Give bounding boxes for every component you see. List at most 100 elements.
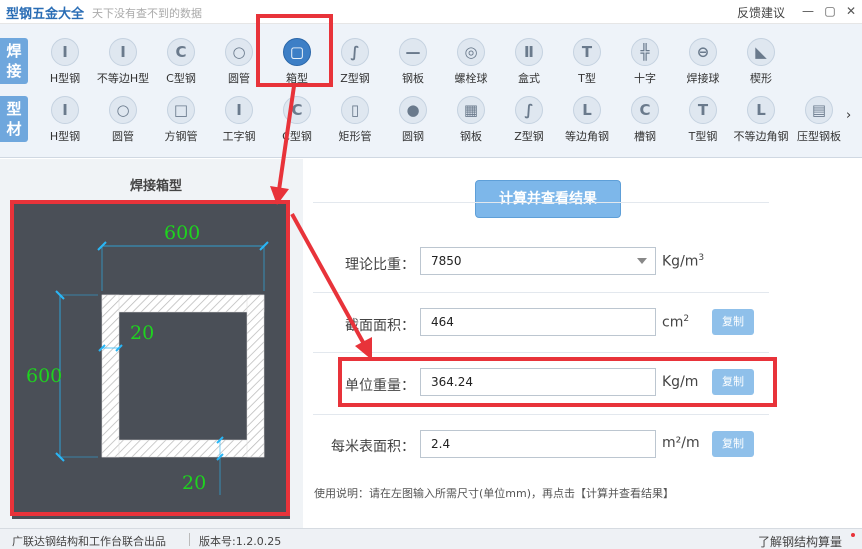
- shape-glyph: T: [697, 101, 709, 119]
- tool-label: 等边角钢: [565, 130, 609, 143]
- app-title: 型钢五金大全: [6, 7, 85, 22]
- tool-row2-12[interactable]: L 不等边角钢: [733, 96, 789, 150]
- tool-label: 盒式: [518, 72, 540, 85]
- tool-row1-11[interactable]: ⊖ 焊接球: [675, 38, 731, 92]
- tool-label: T型: [578, 72, 596, 85]
- tool-row2-11[interactable]: T T型钢: [675, 96, 731, 150]
- tool-row2-1[interactable]: ○ 圆管: [95, 96, 151, 150]
- app-subtitle: 天下没有查不到的数据: [92, 7, 202, 20]
- shape-glyph: C: [291, 101, 303, 119]
- feedback-link[interactable]: 反馈建议: [737, 4, 785, 21]
- credit-text: 广联达钢结构和工作台联合出品: [12, 535, 166, 548]
- shape-glyph: T: [581, 43, 593, 61]
- tool-row1-1[interactable]: I 不等边H型: [95, 38, 151, 92]
- tool-row2-10[interactable]: C 槽钢: [617, 96, 673, 150]
- shape-icon: ▤: [805, 96, 833, 124]
- shape-glyph: ╬: [640, 43, 650, 61]
- tool-row2-13[interactable]: ▤ 压型钢板: [791, 96, 847, 150]
- tool-row1-10[interactable]: ╬ 十字: [617, 38, 673, 92]
- shape-glyph: ◣: [755, 43, 767, 61]
- notification-dot: [851, 533, 855, 537]
- tool-label: 十字: [634, 72, 656, 85]
- tool-row2-2[interactable]: □ 方钢管: [153, 96, 209, 150]
- shape-glyph: ⊖: [696, 43, 710, 61]
- copy-surface-area-button[interactable]: 复制: [712, 431, 754, 457]
- shape-glyph: I: [62, 43, 68, 61]
- tool-row1-5[interactable]: ∫ Z型钢: [327, 38, 383, 92]
- shape-icon: ○: [225, 38, 253, 66]
- chevron-right-icon[interactable]: ›: [846, 108, 860, 123]
- title-bar: 型钢五金大全 天下没有查不到的数据 反馈建议 — ▢ ✕: [0, 0, 862, 24]
- area-label: 截面面积：: [345, 318, 415, 334]
- divider: [313, 352, 769, 353]
- shape-icon: ∫: [341, 38, 369, 66]
- copy-area-button[interactable]: 复制: [712, 309, 754, 335]
- restore-button[interactable]: ▢: [822, 3, 838, 19]
- shape-glyph: ◎: [464, 43, 478, 61]
- shape-icon: C: [167, 38, 195, 66]
- shape-glyph: —: [405, 43, 421, 61]
- tool-row1-2[interactable]: C C型钢: [153, 38, 209, 92]
- tool-row1-8[interactable]: Ⅱ 盒式: [501, 38, 557, 92]
- row-label-welded: 焊接: [0, 38, 28, 84]
- learn-more-link[interactable]: 了解钢结构算量: [758, 533, 842, 549]
- shape-icon: I: [51, 38, 79, 66]
- shape-icon: L: [573, 96, 601, 124]
- tool-row2-0[interactable]: I H型钢: [37, 96, 93, 150]
- form-panel: 计算并查看结果 理论比重： 7850 Kg/m3 截面面积： 464 cm2 复…: [303, 159, 862, 528]
- divider: [189, 533, 190, 546]
- tool-row2-4[interactable]: C C型钢: [269, 96, 325, 150]
- tool-row1-12[interactable]: ◣ 楔形: [733, 38, 789, 92]
- tool-row2-3[interactable]: I 工字钢: [211, 96, 267, 150]
- tool-label: C型钢: [166, 72, 196, 85]
- close-button[interactable]: ✕: [843, 3, 859, 19]
- tool-label: 焊接球: [686, 72, 720, 85]
- tool-label: 圆钢: [402, 130, 424, 143]
- shape-icon: —: [399, 38, 427, 66]
- tool-row1-7[interactable]: ◎ 螺栓球: [443, 38, 499, 92]
- area-field[interactable]: 464: [420, 308, 656, 336]
- tool-label: H型钢: [49, 72, 81, 85]
- surface-area-field[interactable]: 2.4: [420, 430, 656, 458]
- shape-icon: L: [747, 96, 775, 124]
- shape-glyph: ○: [232, 43, 246, 61]
- shape-icon: C: [631, 96, 659, 124]
- shape-glyph: Ⅱ: [524, 43, 534, 61]
- tool-row1-0[interactable]: I H型钢: [37, 38, 93, 92]
- tool-label: Z型钢: [340, 72, 370, 85]
- tool-label: 圆管: [112, 130, 134, 143]
- row-label-profile: 型材: [0, 96, 28, 142]
- tool-label: 矩形管: [338, 130, 372, 143]
- version-text: 版本号:1.2.0.25: [199, 535, 282, 548]
- tool-row2-7[interactable]: ▦ 钢板: [443, 96, 499, 150]
- tool-label: 不等边H型: [96, 72, 150, 85]
- shape-icon: ⊖: [689, 38, 717, 66]
- density-label: 理论比重：: [345, 257, 415, 273]
- shape-icon: ◣: [747, 38, 775, 66]
- density-value: 7850: [431, 254, 462, 268]
- tool-row2-9[interactable]: L 等边角钢: [559, 96, 615, 150]
- tool-label: 螺栓球: [454, 72, 488, 85]
- shape-glyph: I: [120, 43, 126, 61]
- minimize-button[interactable]: —: [800, 3, 816, 19]
- tool-row1-6[interactable]: — 钢板: [385, 38, 441, 92]
- density-unit: Kg/m3: [662, 253, 705, 270]
- tool-row1-9[interactable]: T T型: [559, 38, 615, 92]
- chevron-down-icon[interactable]: [637, 258, 647, 264]
- shape-icon: □: [167, 96, 195, 124]
- calculate-button[interactable]: 计算并查看结果: [475, 180, 621, 218]
- shape-icon: ∫: [515, 96, 543, 124]
- density-select[interactable]: 7850: [420, 247, 656, 275]
- shape-glyph: C: [639, 101, 651, 119]
- shape-glyph: L: [582, 101, 592, 119]
- tool-label: 钢板: [460, 130, 482, 143]
- tool-label: 方钢管: [164, 130, 198, 143]
- tool-label: 槽钢: [634, 130, 656, 143]
- tool-label: 钢板: [402, 72, 424, 85]
- shape-icon: ▦: [457, 96, 485, 124]
- tool-row2-5[interactable]: ▯ 矩形管: [327, 96, 383, 150]
- tool-row2-8[interactable]: ∫ Z型钢: [501, 96, 557, 150]
- tool-row2-6[interactable]: ● 圆钢: [385, 96, 441, 150]
- shape-icon: Ⅱ: [515, 38, 543, 66]
- tool-label: 压型钢板: [797, 130, 841, 143]
